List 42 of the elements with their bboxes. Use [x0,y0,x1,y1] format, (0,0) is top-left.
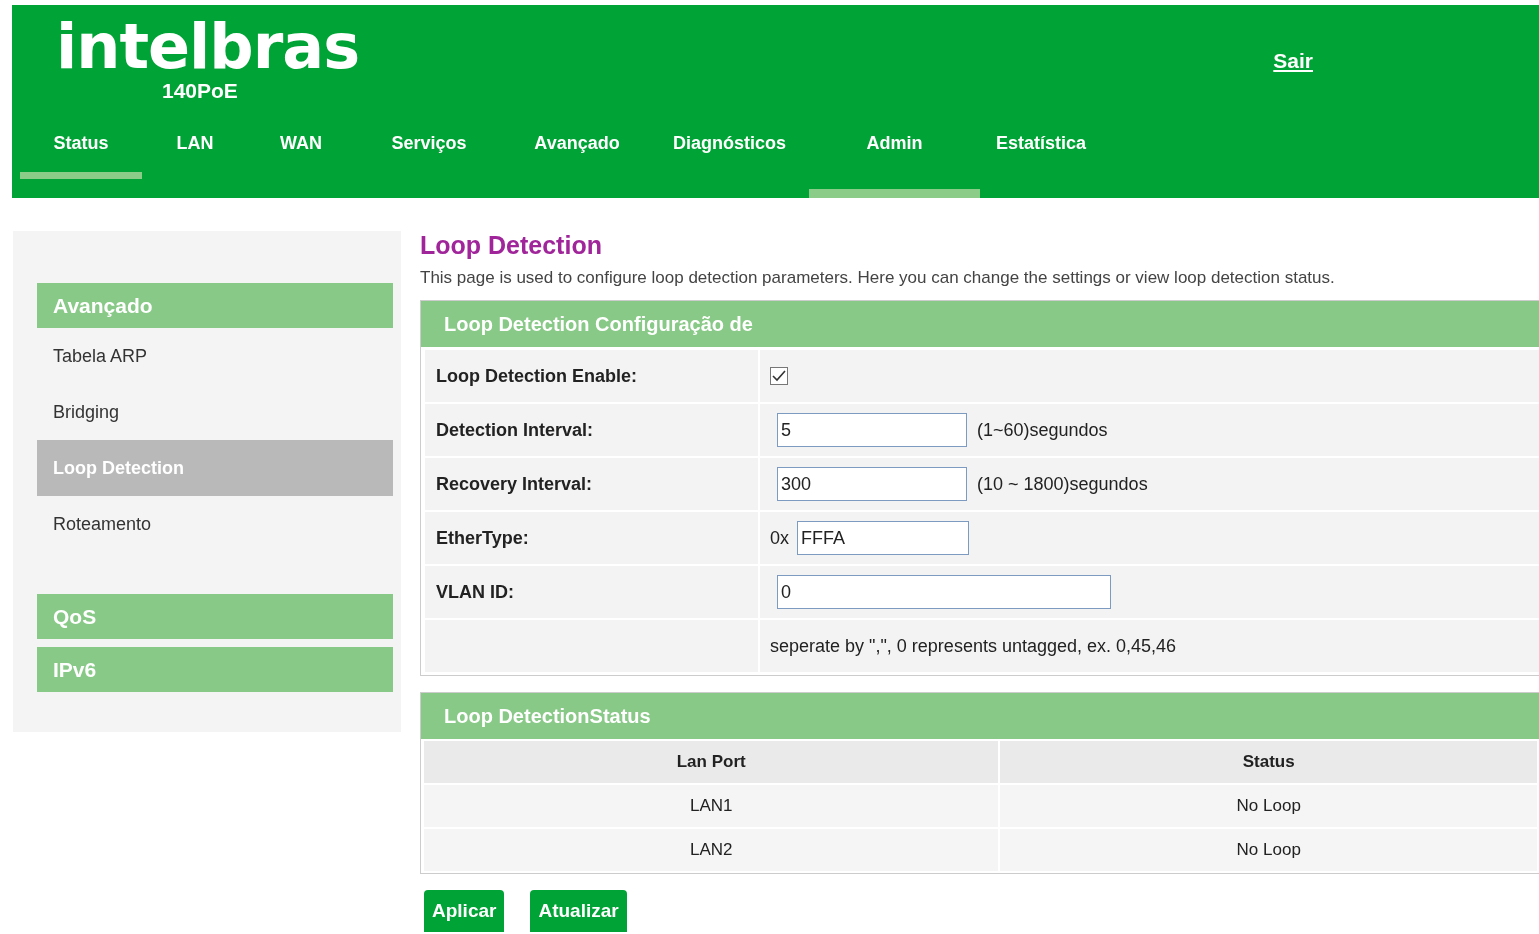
nav-tab[interactable]: Diagnósticos [650,115,809,189]
table-cell: No Loop [1000,785,1537,827]
range-hint: (1~60)segundos [977,419,1108,441]
field-label: EtherType: [425,512,758,564]
input-field[interactable]: FFFA [797,521,969,555]
field-label: Recovery Interval: [425,458,758,510]
input-field[interactable]: 5 [777,413,967,447]
sidebar-item[interactable]: Tabela ARP [37,328,393,384]
page-title: Loop Detection [420,231,603,260]
nav-tab[interactable]: Avançado [504,115,650,189]
nav-tab[interactable]: Estatística [980,115,1102,189]
sidebar-item[interactable]: Bridging [37,384,393,440]
enable-checkbox[interactable] [770,367,788,385]
vlan-note: seperate by ",", 0 represents untagged, ex. 0,45,46 [770,635,1177,657]
logout-link[interactable]: Sair [1273,49,1313,73]
panel-title: Loop DetectionStatus [421,693,1539,739]
column-header: Lan Port [424,741,999,783]
panel-title: Loop Detection Configuração de [421,301,1539,347]
page-description: This page is used to configure loop detection parameters. Here you can change the settings or view loop detection status. [420,268,1336,288]
sidebar-item[interactable]: Loop Detection [37,440,393,496]
nav-tab[interactable]: Status [20,115,142,179]
nav-tab[interactable]: Serviços [354,115,504,189]
nav-tab[interactable]: Admin [809,115,980,189]
refresh-button[interactable]: Atualizar [530,890,627,932]
input-field[interactable]: 0 [777,575,1111,609]
field-label: Detection Interval: [425,404,758,456]
table-cell: No Loop [1000,829,1537,871]
sidebar-item[interactable]: Roteamento [37,496,393,552]
nav-tab[interactable]: LAN [142,115,248,189]
apply-button[interactable]: Aplicar [424,890,505,932]
column-header: Status [1000,741,1537,783]
table-cell: LAN2 [424,829,999,871]
table-cell: LAN1 [424,785,999,827]
range-hint: (10 ~ 1800)segundos [977,473,1148,495]
sidebar-section[interactable]: QoS [37,594,393,639]
field-label: Loop Detection Enable: [425,350,758,402]
nav-tab[interactable]: WAN [248,115,354,189]
sidebar-section[interactable]: Avançado [37,283,393,328]
input-field[interactable]: 300 [777,467,967,501]
sidebar-section[interactable]: IPv6 [37,647,393,692]
hex-prefix: 0x [770,527,789,549]
field-label: VLAN ID: [425,566,758,618]
